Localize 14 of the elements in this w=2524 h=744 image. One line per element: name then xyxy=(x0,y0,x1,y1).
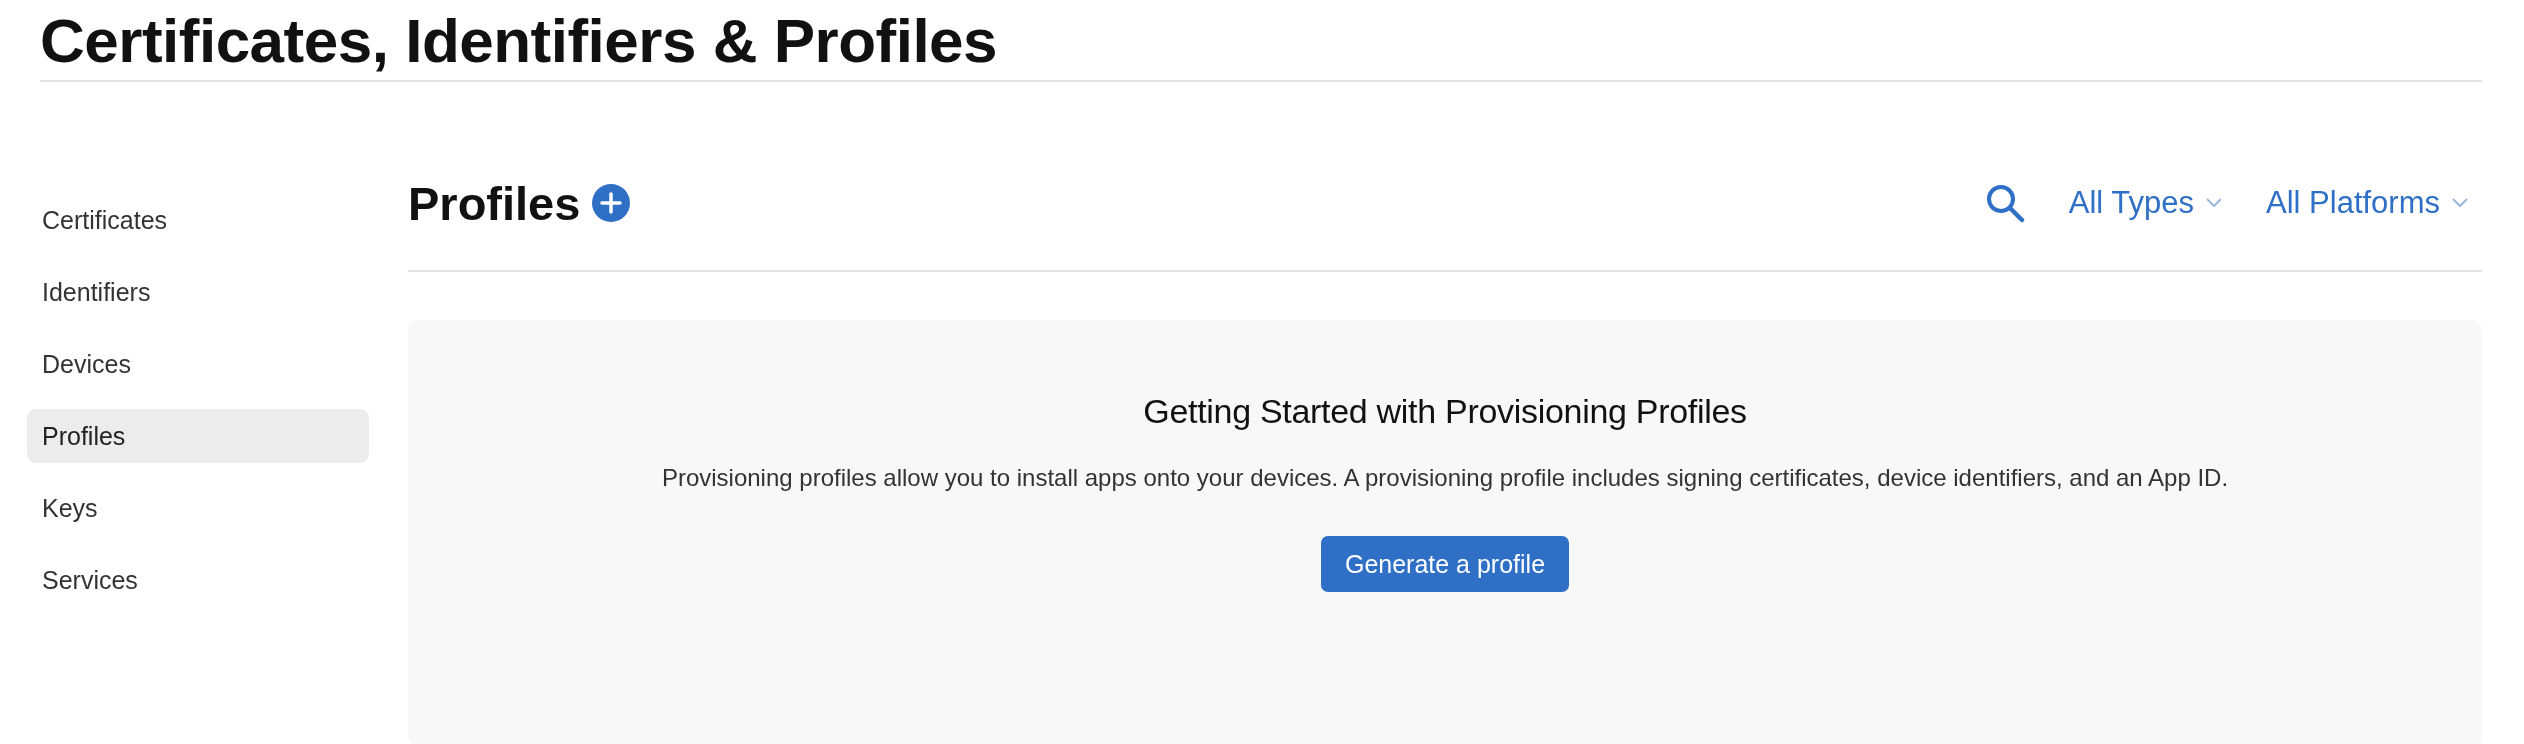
sidebar-item[interactable]: Certificates xyxy=(27,193,369,247)
section-title: Profiles xyxy=(408,175,581,231)
add-icon[interactable] xyxy=(592,184,631,222)
generate-profile-button[interactable]: Generate a profile xyxy=(1320,536,1570,592)
page-title: Certificates, Identifiers & Profiles xyxy=(40,5,999,77)
sidebar-item[interactable]: Profiles xyxy=(27,409,369,463)
sidebar-item[interactable]: Keys xyxy=(27,481,369,535)
filter-dropdown[interactable]: All Types xyxy=(2068,185,2222,221)
filter-dropdown[interactable]: All Platforms xyxy=(2266,185,2468,221)
empty-state-title: Getting Started with Provisioning Profiles xyxy=(1143,392,1747,431)
sidebar-item[interactable]: Devices xyxy=(27,337,369,391)
sidebar-item[interactable]: Identifiers xyxy=(27,265,369,319)
sidebar-item[interactable]: Services xyxy=(27,553,369,607)
empty-state-description: Provisioning profiles allow you to install apps onto your devices. A provisioning profile includes signing certificates, device identifiers, and an App ID. xyxy=(661,463,2229,493)
